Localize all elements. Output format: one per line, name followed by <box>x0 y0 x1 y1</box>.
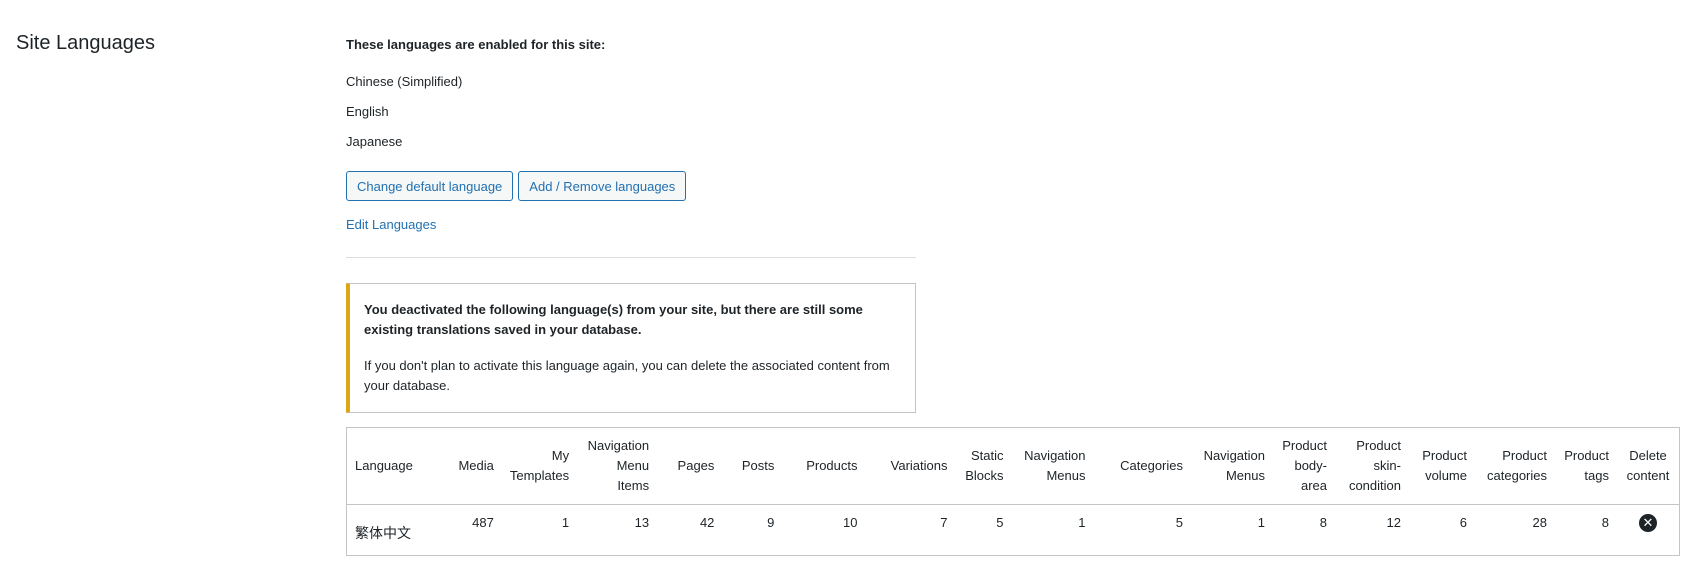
divider <box>346 257 916 258</box>
language-item: English <box>346 104 389 119</box>
col-header: My Templates <box>501 427 578 505</box>
col-header: Products <box>782 427 866 505</box>
cell-product-tags: 8 <box>1601 515 1609 530</box>
col-header: Navigation Menus <box>1011 427 1094 505</box>
col-header: Posts <box>722 427 783 505</box>
notice-strong-text: You deactivated the following language(s… <box>364 302 863 337</box>
cell-delete-content: ✕ <box>1617 505 1680 556</box>
cell-navigation-menu-items: 13 <box>634 515 650 530</box>
table-header-row: Language Media My Templates Navigation M… <box>346 427 1680 505</box>
cell-product-body-area: 8 <box>1319 515 1327 530</box>
cell-posts: 9 <box>767 515 775 530</box>
cell-navigation-menus: 1 <box>1078 515 1086 530</box>
section-title: Site Languages <box>16 32 156 54</box>
close-circle-icon[interactable]: ✕ <box>1639 514 1657 532</box>
col-header: Navigation Menus <box>1191 427 1273 505</box>
col-header: Delete content <box>1617 427 1680 505</box>
cell-categories: 5 <box>1175 515 1183 530</box>
enabled-languages-intro: These languages are enabled for this sit… <box>346 37 606 52</box>
row-language: 繁体中文 <box>355 525 411 541</box>
language-item: Chinese (Simplified) <box>346 74 463 89</box>
col-header: Media <box>438 427 502 505</box>
cell-pages: 42 <box>699 515 715 530</box>
cell-product-volume: 6 <box>1459 515 1467 530</box>
deactivated-languages-table: Language Media My Templates Navigation M… <box>346 427 1680 556</box>
cell-products: 10 <box>843 515 858 530</box>
col-header: Product categories <box>1475 427 1555 505</box>
cell-variations: 7 <box>940 515 948 530</box>
col-header: Product volume <box>1409 427 1475 505</box>
deactivated-languages-notice: You deactivated the following language(s… <box>346 283 916 413</box>
cell-product-categories: 28 <box>1532 515 1547 530</box>
cell-media: 487 <box>472 515 494 530</box>
cell-product-skin-condition: 12 <box>1386 515 1401 530</box>
col-header: Product skin-condition <box>1335 427 1409 505</box>
cell-navigation-menus-2: 1 <box>1257 515 1265 530</box>
language-actions: Change default language Add / Remove lan… <box>346 171 687 201</box>
cell-my-templates: 1 <box>561 515 570 530</box>
enabled-languages-list: Chinese (Simplified) English Japanese <box>346 74 462 164</box>
change-default-language-button[interactable]: Change default language <box>346 171 514 201</box>
col-header: Variations <box>865 427 956 505</box>
cell-static-blocks: 5 <box>996 515 1004 530</box>
col-header: Pages <box>657 427 723 505</box>
language-item: Japanese <box>346 134 403 149</box>
col-header: Navigation Menu Items <box>577 427 658 505</box>
table-row: 繁体中文 487 1 13 42 9 10 7 5 1 5 1 8 12 6 2… <box>347 505 1680 556</box>
col-header: Product body-area <box>1273 427 1335 505</box>
edit-languages-link[interactable]: Edit Languages <box>346 217 436 232</box>
add-remove-languages-button[interactable]: Add / Remove languages <box>518 171 687 201</box>
col-header: Categories <box>1093 427 1191 505</box>
col-header: Language <box>346 427 439 505</box>
col-header: Static Blocks <box>955 427 1012 505</box>
col-header: Product tags <box>1555 427 1617 505</box>
notice-body-text: If you don't plan to activate this langu… <box>364 358 890 393</box>
